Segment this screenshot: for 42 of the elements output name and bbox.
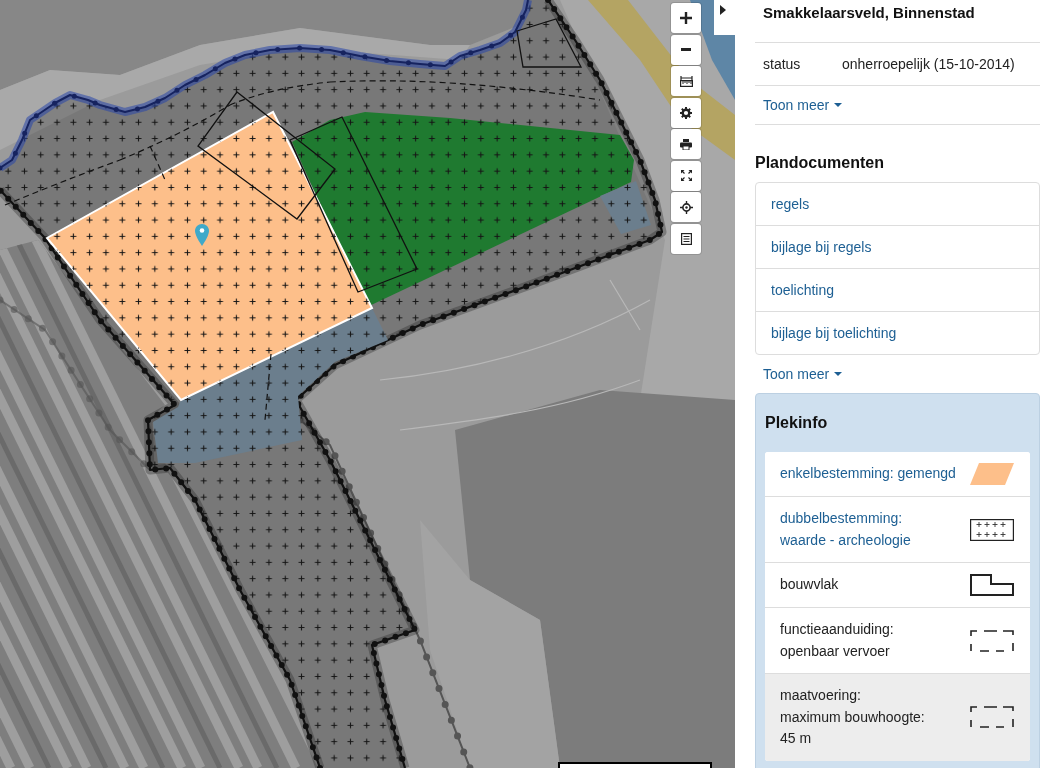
measure-button[interactable] (671, 66, 701, 96)
minus-icon (681, 48, 691, 51)
document-link[interactable]: toelichting (771, 282, 835, 298)
list-icon (680, 232, 692, 245)
triangle-right-icon (720, 5, 726, 15)
dashed-line (264, 353, 272, 421)
zoom-out-button[interactable] (671, 34, 701, 65)
crosshair-icon (679, 200, 693, 214)
caret-icon (834, 103, 843, 107)
gear-icon (680, 106, 692, 119)
hatch-pattern-icon (970, 518, 1014, 541)
property-label: status (763, 56, 802, 72)
zoom-in-button[interactable] (671, 3, 701, 33)
show-more-link[interactable]: Toon meer (763, 366, 843, 382)
location-pin-icon (195, 224, 209, 246)
document-link[interactable]: bijlage bij toelichting (771, 325, 897, 341)
legend-button[interactable] (671, 223, 701, 254)
printer-icon (680, 138, 692, 150)
plus-icon (680, 12, 692, 24)
legend-label: functieaanduiding: openbaar vervoer (780, 620, 894, 661)
document-link[interactable]: bijlage bij regels (771, 239, 872, 255)
print-button[interactable] (671, 129, 701, 159)
show-more-link[interactable]: Toon meer (763, 97, 843, 113)
legend-label: bouwvlak (780, 575, 839, 595)
ruler-icon (679, 75, 693, 87)
legend-label: maatvoering: maximum bouwhoogte: 45 m (780, 686, 925, 748)
legend-link[interactable]: enkelbestemming: gemengd (780, 463, 956, 485)
legend-row[interactable]: maatvoering: maximum bouwhoogte: 45 m (765, 673, 1030, 761)
locate-button[interactable] (671, 192, 701, 222)
caret-icon (834, 372, 843, 376)
building-outline (516, 18, 583, 68)
fullscreen-button[interactable] (671, 160, 701, 191)
section-heading: Plandocumenten (755, 153, 885, 173)
section-heading: Plekinfo (765, 413, 829, 433)
expand-icon (680, 170, 692, 181)
document-link[interactable]: regels (771, 196, 810, 212)
sidebar-toggle-button[interactable] (714, 0, 735, 35)
place-title: Smakkelaarsveld, Binnenstad (762, 3, 976, 23)
settings-button[interactable] (671, 97, 701, 128)
legend-link[interactable]: dubbelbestemming: waarde - archeologie (780, 508, 911, 551)
building-outline-icon (970, 574, 1014, 596)
property-value: onherroepelijk (15-10-2014) (842, 56, 1015, 72)
